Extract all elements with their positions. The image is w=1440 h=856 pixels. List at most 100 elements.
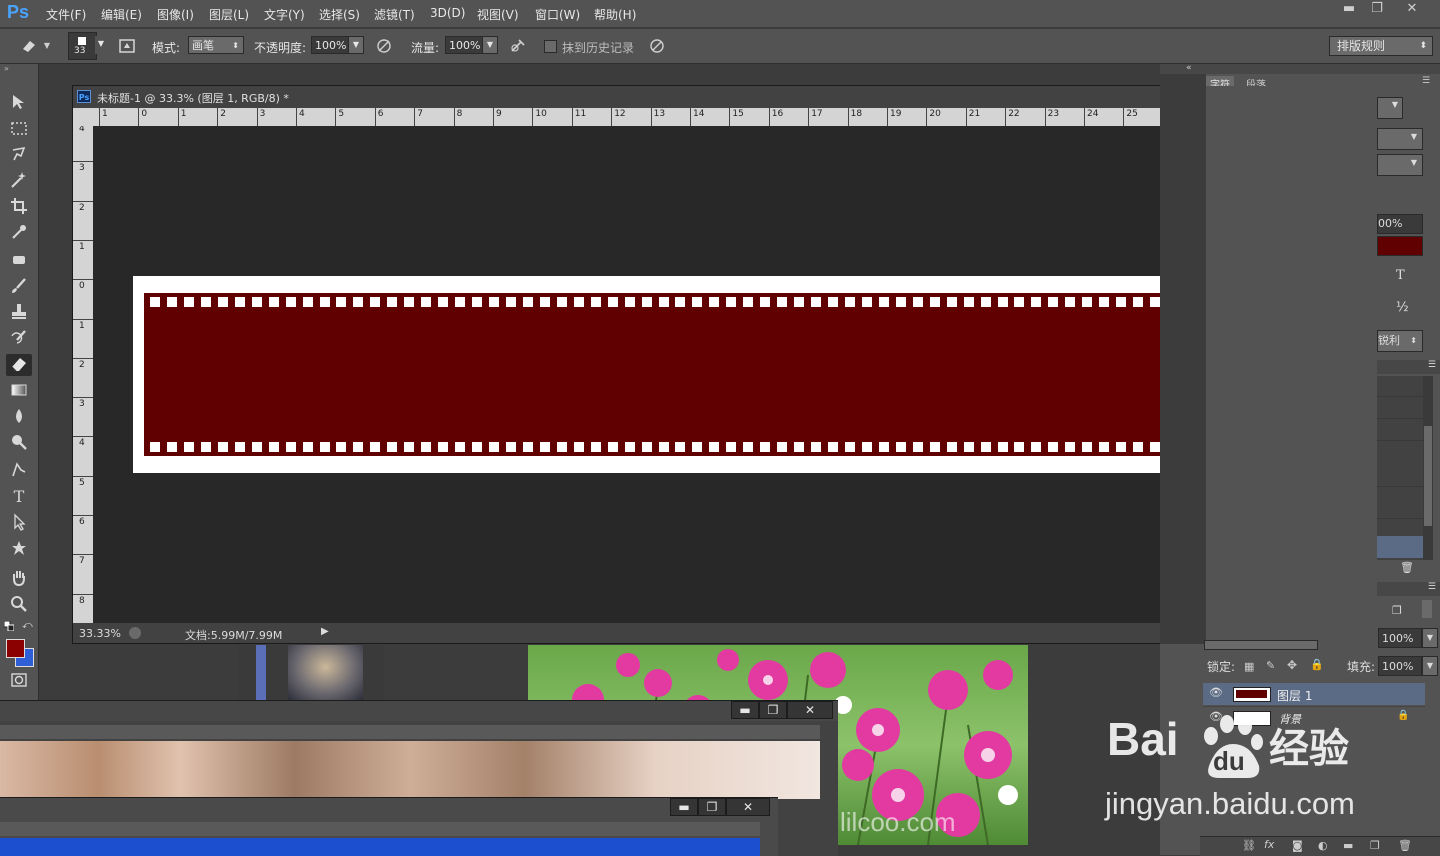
fill-input[interactable]: 100% (1378, 656, 1422, 676)
text-color-swatch[interactable] (1377, 236, 1423, 256)
history-list[interactable] (1377, 376, 1424, 560)
app-minimize-button[interactable]: ▬ (1335, 0, 1363, 20)
quick-mask-icon[interactable] (6, 670, 32, 692)
menu-layer[interactable]: 图层(L) (209, 6, 249, 23)
dodge-tool-icon[interactable] (6, 432, 32, 454)
layer-style-icon[interactable]: fx (1264, 838, 1274, 851)
eyedropper-tool-icon[interactable] (6, 222, 32, 244)
bg-window-2-minimize-button[interactable]: ▬ (670, 798, 698, 816)
adjustment-layer-icon[interactable]: ◐ (1318, 839, 1328, 852)
lasso-tool-icon[interactable] (6, 144, 32, 166)
panel-tab-paragraph[interactable]: 段落 (1246, 76, 1266, 86)
layer-opacity-input[interactable]: 100% (1378, 628, 1422, 648)
default-colors-icon[interactable] (3, 620, 15, 632)
type-tool-icon[interactable]: T (6, 486, 32, 508)
lock-transparency-icon[interactable]: ▦ (1244, 660, 1254, 673)
workspace-select[interactable]: 排版规则 ⬍ (1329, 36, 1433, 56)
menu-select[interactable]: 选择(S) (319, 6, 360, 23)
blend-mode-dropdown[interactable] (1204, 640, 1318, 650)
menu-filter[interactable]: 滤镜(T) (374, 6, 415, 23)
lock-pixels-icon[interactable]: ✎ (1266, 659, 1275, 672)
panel-tab-character[interactable]: 字符 (1210, 76, 1230, 86)
swatches-menu-icon[interactable]: ☰ (1428, 360, 1436, 370)
eraser-preset-icon[interactable] (20, 37, 38, 55)
flow-input[interactable]: 100% (445, 36, 483, 54)
eraser-tool-icon[interactable] (6, 354, 32, 376)
pressure-opacity-icon[interactable] (375, 37, 393, 55)
gradient-tool-icon[interactable] (6, 380, 32, 402)
blur-tool-icon[interactable] (6, 406, 32, 428)
layers-scroll-thumb[interactable] (1422, 600, 1432, 618)
layers-menu-icon[interactable]: ☰ (1428, 582, 1436, 592)
opacity-input[interactable]: 100% (311, 36, 349, 54)
new-layer-icon[interactable]: ❐ (1370, 839, 1380, 852)
menu-help[interactable]: 帮助(H) (594, 6, 636, 23)
magic-wand-tool-icon[interactable] (6, 170, 32, 192)
delete-layer-icon[interactable]: 🗑 (1398, 839, 1412, 852)
font-family-dropdown[interactable]: ▼ (1377, 128, 1423, 150)
brush-preview[interactable]: 33 (68, 32, 97, 60)
bg-window-1-close-button[interactable]: ✕ (787, 701, 833, 719)
menu-window[interactable]: 窗口(W) (535, 6, 580, 23)
new-group-icon[interactable]: ▬ (1343, 839, 1353, 852)
menu-view[interactable]: 视图(V) (477, 6, 519, 23)
lock-position-icon[interactable]: ✥ (1287, 658, 1297, 672)
font-style-dropdown[interactable]: ▼ (1377, 154, 1423, 176)
layer-opacity-dropdown-icon[interactable]: ▼ (1422, 628, 1438, 648)
link-layers-icon[interactable]: ⛓ (1242, 839, 1256, 852)
lock-all-icon[interactable]: 🔒 (1310, 658, 1324, 671)
history-delete-icon[interactable]: 🗑 (1400, 561, 1414, 574)
history-selected-state[interactable] (1377, 536, 1423, 558)
path-selection-tool-icon[interactable] (6, 512, 32, 534)
menu-type[interactable]: 文字(Y) (264, 6, 305, 23)
panel-menu-icon[interactable]: ☰ (1422, 76, 1430, 86)
ruler-origin[interactable] (73, 108, 93, 126)
antialias-dropdown[interactable]: 锐利 ⬍ (1377, 330, 1423, 352)
preset-chevron-icon[interactable]: ▼ (42, 37, 52, 55)
flow-dropdown-icon[interactable]: ▼ (482, 36, 498, 54)
pen-tool-icon[interactable] (6, 460, 32, 482)
clone-stamp-tool-icon[interactable] (6, 302, 32, 324)
foreground-color-swatch[interactable] (6, 639, 25, 658)
font-size-dropdown[interactable]: ▼ (1377, 97, 1403, 119)
menu-image[interactable]: 图像(I) (157, 6, 194, 23)
airbrush-icon[interactable] (509, 37, 527, 55)
layer-row-layer1[interactable]: 👁 图层 1 (1203, 683, 1425, 705)
marquee-tool-icon[interactable] (6, 118, 32, 140)
menu-edit[interactable]: 编辑(E) (101, 6, 142, 23)
move-tool-icon[interactable] (6, 92, 32, 114)
tracking-input[interactable]: 00% (1377, 214, 1423, 234)
add-mask-icon[interactable]: ◙ (1292, 839, 1303, 852)
crop-tool-icon[interactable] (6, 196, 32, 218)
brush-panel-icon[interactable] (118, 37, 136, 55)
toolbar-collapse-icon[interactable]: » (4, 64, 9, 73)
fraction-icon[interactable]: ½ (1396, 300, 1409, 315)
mode-select[interactable]: 画笔 ⬍ (188, 36, 244, 54)
menu-3d[interactable]: 3D(D) (430, 6, 465, 20)
bg-window-2-restore-button[interactable]: ❐ (698, 798, 726, 816)
brush-tool-icon[interactable] (6, 276, 32, 298)
fill-dropdown-icon[interactable]: ▼ (1422, 656, 1438, 676)
status-menu-arrow-icon[interactable]: ▶ (321, 626, 329, 637)
app-restore-button[interactable]: ❐ (1363, 0, 1391, 20)
new-snapshot-icon[interactable]: ❐ (1392, 604, 1402, 617)
menu-file[interactable]: 文件(F) (46, 6, 86, 23)
vertical-ruler[interactable]: 4321012345678 (73, 126, 93, 623)
app-close-button[interactable]: ✕ (1398, 0, 1426, 20)
hand-tool-icon[interactable] (6, 568, 32, 590)
panel-collapse-icon[interactable]: « (1186, 63, 1192, 73)
erase-history-checkbox[interactable] (544, 40, 557, 53)
status-info-icon[interactable] (129, 627, 141, 639)
strikethrough-icon[interactable]: T (1396, 268, 1405, 283)
zoom-tool-icon[interactable] (6, 594, 32, 616)
bg-window-2-close-button[interactable]: ✕ (726, 798, 770, 816)
layer1-name[interactable]: 图层 1 (1277, 687, 1312, 704)
swap-colors-icon[interactable]: ⤺ (22, 620, 34, 631)
history-brush-tool-icon[interactable] (6, 328, 32, 350)
zoom-level[interactable]: 33.33% (79, 627, 121, 640)
healing-brush-tool-icon[interactable] (6, 250, 32, 272)
bg-window-1-minimize-button[interactable]: ▬ (731, 701, 759, 719)
bg-window-1-restore-button[interactable]: ❐ (759, 701, 787, 719)
opacity-dropdown-icon[interactable]: ▼ (348, 36, 364, 54)
pressure-size-icon[interactable] (648, 37, 666, 55)
